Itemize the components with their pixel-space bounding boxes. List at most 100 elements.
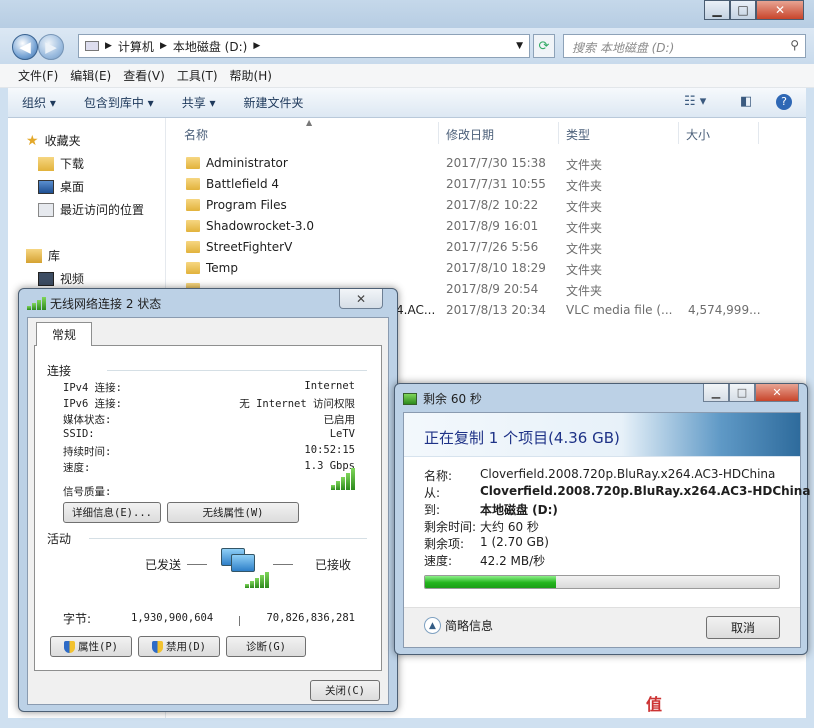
close-button[interactable]: ✕ — [756, 0, 804, 20]
fewer-details-toggle[interactable]: ▲ 简略信息 — [424, 617, 493, 634]
column-divider[interactable] — [438, 122, 439, 144]
folder-icon — [186, 220, 200, 232]
breadcrumb-drive[interactable]: 本地磁盘 (D:) — [173, 38, 247, 55]
nav-desktop[interactable]: 桌面 — [38, 178, 84, 195]
window-controls: ▁ □ ✕ — [704, 0, 804, 20]
share-button[interactable]: 共享 ▾ — [168, 94, 230, 111]
nav-videos-label: 视频 — [60, 272, 85, 286]
window-controls: ▁ □ ✕ — [703, 384, 799, 402]
table-row[interactable]: StreetFighterV 2017/7/26 5:56 文件夹 — [166, 237, 806, 258]
folder-icon — [186, 157, 200, 169]
menu-view[interactable]: 查看(V) — [117, 67, 171, 84]
include-in-library-button[interactable]: 包含到库中 ▾ — [70, 94, 168, 111]
breadcrumb-computer[interactable]: 计算机 — [118, 38, 154, 55]
view-options-icon[interactable]: ☷ ▾ — [684, 94, 706, 109]
close-button[interactable]: ✕ — [755, 384, 799, 402]
wireless-properties-button[interactable]: 无线属性(W) — [167, 502, 299, 523]
bytes-sent-value: 1,930,900,604 — [131, 612, 214, 624]
file-name: Administrator — [206, 156, 288, 170]
duration-label: 持续时间: — [63, 446, 112, 458]
remaining-time-label: 剩余时间: — [424, 520, 477, 534]
file-name: Temp — [206, 261, 238, 275]
details-button[interactable]: 详细信息(E)... — [63, 502, 161, 523]
menu-tools[interactable]: 工具(T) — [171, 67, 224, 84]
nav-favorites[interactable]: ★ 收藏夹 — [26, 132, 81, 149]
diagnose-button[interactable]: 诊断(G) — [226, 636, 306, 657]
disable-button-label: 禁用(D) — [166, 641, 206, 653]
close-icon: ✕ — [355, 291, 367, 306]
file-size: 4,574,999... — [688, 303, 761, 317]
signal-strength-icon — [331, 468, 355, 490]
cancel-button[interactable]: 取消 — [706, 616, 780, 639]
nav-downloads-label: 下载 — [60, 157, 85, 171]
table-row[interactable]: Temp 2017/8/10 18:29 文件夹 — [166, 258, 806, 279]
wifi-close-x-button[interactable]: ✕ — [339, 289, 383, 309]
nav-videos[interactable]: 视频 — [38, 270, 84, 287]
media-state-label: 媒体状态: — [63, 414, 112, 426]
file-date: 2017/7/26 5:56 — [446, 240, 539, 254]
file-type: 文件夹 — [566, 179, 603, 193]
search-icon[interactable]: ⚲ — [790, 38, 799, 52]
tab-general[interactable]: 常规 — [36, 322, 92, 346]
file-date: 2017/7/31 10:55 — [446, 177, 546, 191]
remaining-time-value: 大约 60 秒 — [480, 520, 539, 534]
properties-button[interactable]: 属性(P) — [50, 636, 132, 657]
table-row[interactable]: Battlefield 4 2017/7/31 10:55 文件夹 — [166, 174, 806, 195]
file-date: 2017/8/13 20:34 — [446, 303, 546, 317]
disable-button[interactable]: 禁用(D) — [138, 636, 220, 657]
chevron-right-icon: ▶ — [253, 41, 261, 51]
to-value[interactable]: 本地磁盘 (D:) — [480, 501, 558, 518]
ssid-label: SSID: — [63, 428, 95, 440]
recent-places-icon — [38, 202, 54, 217]
column-type[interactable]: 类型 — [566, 126, 590, 143]
group-divider — [89, 538, 367, 539]
nav-downloads[interactable]: 下载 — [38, 155, 84, 172]
column-divider[interactable] — [558, 122, 559, 144]
menu-edit[interactable]: 编辑(E) — [64, 67, 117, 84]
column-divider[interactable] — [678, 122, 679, 144]
received-label: 已接收 — [315, 558, 352, 572]
organize-button[interactable]: 组织 ▾ — [8, 94, 70, 111]
file-type: 文件夹 — [566, 284, 603, 298]
duration-value: 10:52:15 — [304, 444, 355, 456]
ipv4-value: Internet — [304, 380, 355, 392]
column-name[interactable]: 名称 — [184, 126, 208, 143]
close-dialog-button[interactable]: 关闭(C) — [310, 680, 380, 701]
address-dropdown-icon[interactable]: ▼ — [516, 41, 523, 51]
table-row[interactable]: Shadowrocket-3.0 2017/8/9 16:01 文件夹 — [166, 216, 806, 237]
menu-file[interactable]: 文件(F) — [12, 67, 64, 84]
search-input[interactable]: 搜索 本地磁盘 (D:) ⚲ — [563, 34, 806, 58]
file-name: Program Files — [206, 198, 287, 212]
column-date[interactable]: 修改日期 — [446, 126, 494, 143]
help-icon[interactable]: ? — [776, 94, 792, 110]
new-folder-button[interactable]: 新建文件夹 — [230, 94, 318, 111]
address-bar[interactable]: ▶ 计算机 ▶ 本地磁盘 (D:) ▶ ▼ — [78, 34, 530, 58]
forward-button[interactable]: ▶ — [38, 34, 64, 60]
copy-header: 正在复制 1 个项目(4.36 GB) — [404, 413, 800, 457]
maximize-button[interactable]: □ — [729, 384, 755, 402]
column-size[interactable]: 大小 — [686, 126, 710, 143]
minimize-button[interactable]: ▁ — [703, 384, 729, 402]
maximize-button[interactable]: □ — [730, 0, 756, 20]
copy-heading: 正在复制 1 个项目(4.36 GB) — [424, 429, 620, 447]
back-button[interactable]: ◀ — [12, 34, 38, 60]
column-divider[interactable] — [758, 122, 759, 144]
file-date: 2017/8/9 16:01 — [446, 219, 539, 233]
folder-icon — [186, 199, 200, 211]
forward-arrow-icon: ▶ — [45, 38, 57, 56]
table-row[interactable]: Program Files 2017/8/2 10:22 文件夹 — [166, 195, 806, 216]
copy-dialog-titlebar: 剩余 60 秒 — [403, 390, 482, 407]
nav-recent[interactable]: 最近访问的位置 — [38, 201, 144, 218]
nav-libraries-label: 库 — [48, 249, 61, 263]
refresh-button[interactable]: ⟳ — [533, 34, 555, 58]
copy-progress-bar — [424, 575, 780, 589]
file-date: 2017/8/10 18:29 — [446, 261, 546, 275]
table-row[interactable]: Administrator 2017/7/30 15:38 文件夹 — [166, 153, 806, 174]
minimize-button[interactable]: ▁ — [704, 0, 730, 20]
nav-libraries[interactable]: 库 — [26, 247, 60, 264]
from-value[interactable]: Cloverfield.2008.720p.BluRay.x264.AC3-HD… — [480, 484, 810, 498]
refresh-icon: ⟳ — [538, 38, 550, 54]
preview-pane-icon[interactable]: ◧ — [740, 94, 752, 109]
file-date: 2017/7/30 15:38 — [446, 156, 546, 170]
menu-help[interactable]: 帮助(H) — [224, 67, 278, 84]
